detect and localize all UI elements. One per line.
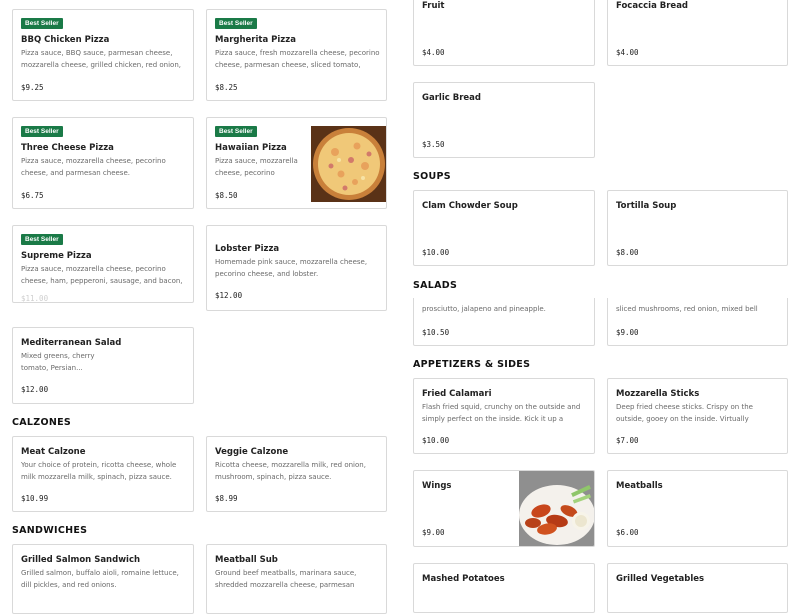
section-heading-salads: SALADS (413, 280, 458, 291)
item-title: Wings (422, 481, 452, 491)
item-price: $9.00 (616, 328, 639, 337)
menu-item-card[interactable]: Grilled Vegetables (607, 563, 788, 613)
item-description: Deep fried cheese sticks. Crispy on the … (616, 403, 753, 423)
item-title: Garlic Bread (422, 93, 481, 103)
menu-item-card[interactable]: Best Seller Three Cheese Pizza Pizza sau… (12, 117, 194, 209)
item-price: $8.50 (215, 191, 238, 200)
item-price: $8.00 (616, 248, 639, 257)
item-price: $6.75 (21, 191, 44, 200)
section-heading-appetizers: APPETIZERS & SIDES (413, 359, 531, 370)
menu-item-card[interactable]: Best Seller Margherita Pizza Pizza sauce… (206, 9, 387, 101)
item-description: Pizza sauce, mozzarella cheese, pecorino… (215, 157, 298, 177)
item-title: BBQ Chicken Pizza (21, 35, 110, 45)
item-description: Ground beef meatballs, marinara sauce, s… (215, 569, 357, 589)
item-title: Grilled Vegetables (616, 574, 705, 584)
item-title: Clam Chowder Soup (422, 201, 518, 211)
menu-item-card[interactable]: prosciutto, jalapeno and pineapple. $10.… (413, 290, 595, 346)
item-price: $4.00 (616, 48, 639, 57)
item-price: $10.50 (422, 328, 450, 337)
menu-item-card[interactable]: Focaccia Bread $4.00 (607, 0, 788, 66)
item-description: Ricotta cheese, mozzarella milk, red oni… (215, 461, 366, 481)
item-title: Hawaiian Pizza (215, 143, 287, 153)
item-price: $6.00 (616, 528, 639, 537)
item-title: Mozzarella Sticks (616, 389, 700, 399)
item-price: $3.50 (422, 140, 445, 149)
item-price: $9.25 (21, 83, 44, 92)
wings-photo (519, 471, 594, 546)
item-description: Flash fried squid, crunchy on the outsid… (422, 403, 581, 423)
item-price: $12.00 (215, 291, 243, 300)
item-price: $11.00 (21, 294, 49, 303)
item-description: Pizza sauce, BBQ sauce, parmesan cheese,… (21, 49, 181, 69)
menu-item-card[interactable]: Best Seller BBQ Chicken Pizza Pizza sauc… (12, 9, 194, 101)
menu-item-card[interactable]: Best Seller Supreme Pizza Pizza sauce, m… (12, 225, 194, 303)
best-seller-badge: Best Seller (21, 126, 63, 137)
menu-item-card[interactable]: Veggie Calzone Ricotta cheese, mozzarell… (206, 436, 387, 512)
item-price: $10.99 (21, 494, 49, 503)
menu-item-card[interactable]: Mashed Potatoes (413, 563, 595, 613)
menu-item-card[interactable]: Grilled Salmon Sandwich Grilled salmon, … (12, 544, 194, 614)
menu-item-card[interactable]: Garlic Bread $3.50 (413, 82, 595, 158)
best-seller-badge: Best Seller (21, 234, 63, 245)
item-title: Meat Calzone (21, 447, 86, 457)
item-description: Mixed greens, cherry tomato, Persian... (21, 352, 95, 372)
item-title: Grilled Salmon Sandwich (21, 555, 141, 565)
menu-item-card[interactable]: Tortilla Soup $8.00 (607, 190, 788, 266)
menu-item-card[interactable]: Wings $9.00 (413, 470, 595, 547)
item-description: sliced mushrooms, red onion, mixed bell … (616, 305, 758, 313)
item-price: $10.00 (422, 436, 450, 445)
section-heading-soups: SOUPS (413, 171, 451, 182)
item-description: Your choice of protein, ricotta cheese, … (21, 461, 177, 481)
menu-item-card[interactable]: sliced mushrooms, red onion, mixed bell … (607, 290, 788, 346)
item-price: $12.00 (21, 385, 49, 394)
item-title: Tortilla Soup (616, 201, 677, 211)
item-price: $4.00 (422, 48, 445, 57)
item-title: Mashed Potatoes (422, 574, 505, 584)
item-price: $9.00 (422, 528, 445, 537)
menu-item-card[interactable]: Best Seller Hawaiian Pizza Pizza sauce, … (206, 117, 387, 209)
item-title: Fried Calamari (422, 389, 492, 399)
sticky-section-bar (405, 274, 800, 298)
menu-item-card[interactable]: Meat Calzone Your choice of protein, ric… (12, 436, 194, 512)
item-price: $8.99 (215, 494, 238, 503)
item-title: Meatball Sub (215, 555, 278, 565)
pizza-photo (311, 126, 386, 202)
item-title: Veggie Calzone (215, 447, 289, 457)
item-price: $10.00 (422, 248, 450, 257)
item-title: Mediterranean Salad (21, 338, 122, 348)
menu-item-card[interactable]: Mediterranean Salad Mixed greens, cherry… (12, 327, 194, 404)
item-price: $8.25 (215, 83, 238, 92)
item-description: Homemade pink sauce, mozzarella cheese, … (215, 258, 368, 278)
item-title: Margherita Pizza (215, 35, 296, 45)
item-title: Fruit (422, 1, 445, 11)
menu-item-card[interactable]: Fried Calamari Flash fried squid, crunch… (413, 378, 595, 454)
item-description: Grilled salmon, buffalo aioli, romaine l… (21, 569, 179, 589)
best-seller-badge: Best Seller (215, 126, 257, 137)
menu-item-card[interactable]: Meatball Sub Ground beef meatballs, mari… (206, 544, 387, 614)
menu-item-card[interactable]: Meatballs $6.00 (607, 470, 788, 547)
item-description: Pizza sauce, mozzarella cheese, pecorino… (21, 157, 166, 177)
item-description: prosciutto, jalapeno and pineapple. (422, 305, 546, 313)
section-heading-calzones: CALZONES (12, 417, 72, 428)
best-seller-badge: Best Seller (215, 18, 257, 29)
item-title: Lobster Pizza (215, 244, 280, 254)
menu-item-card[interactable]: Lobster Pizza Homemade pink sauce, mozza… (206, 225, 387, 311)
menu-item-card[interactable]: Fruit $4.00 (413, 0, 595, 66)
item-title: Supreme Pizza (21, 251, 92, 261)
menu-item-card[interactable]: Mozzarella Sticks Deep fried cheese stic… (607, 378, 788, 454)
item-description: Pizza sauce, mozzarella cheese, pecorino… (21, 265, 183, 285)
item-description: Pizza sauce, fresh mozzarella cheese, pe… (215, 49, 380, 69)
section-heading-sandwiches: SANDWICHES (12, 525, 88, 536)
best-seller-badge: Best Seller (21, 18, 63, 29)
item-title: Meatballs (616, 481, 663, 491)
item-price: $7.00 (616, 436, 639, 445)
menu-item-card[interactable]: Clam Chowder Soup $10.00 (413, 190, 595, 266)
item-title: Three Cheese Pizza (21, 143, 114, 153)
item-title: Focaccia Bread (616, 1, 689, 11)
